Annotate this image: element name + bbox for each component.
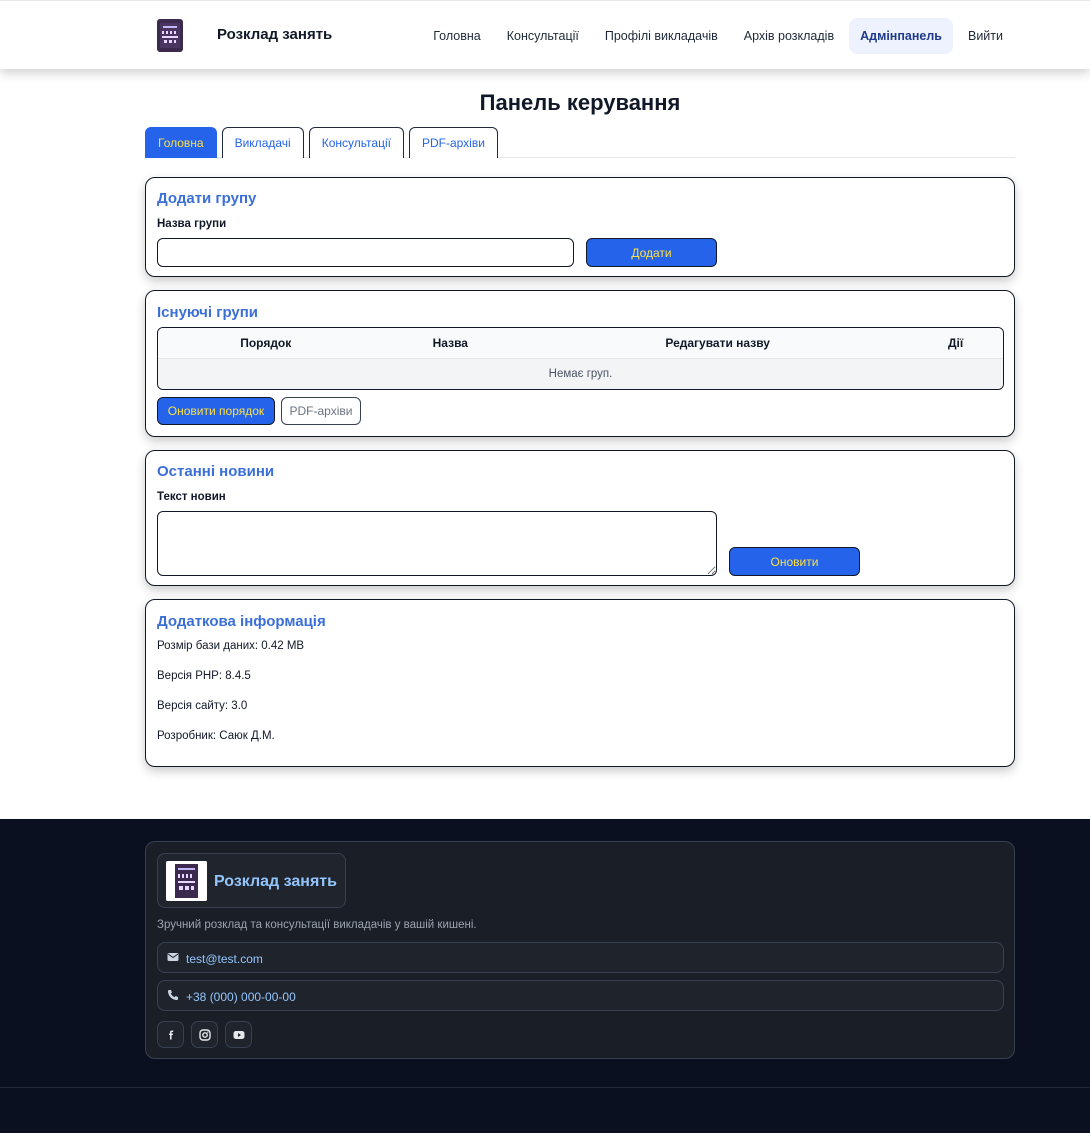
mail-icon: [167, 953, 179, 961]
existing-groups-card: Існуючі групи Порядок Назва Редагувати н…: [145, 290, 1015, 437]
site-footer: Розклад занять Зручний розклад та консул…: [0, 819, 1090, 1133]
latest-news-title: Останні новини: [157, 463, 275, 480]
facebook-link[interactable]: [157, 1021, 184, 1048]
column-order: Порядок: [240, 336, 292, 350]
instagram-link[interactable]: [191, 1021, 218, 1048]
site-version-text: Версія сайту: 3.0: [157, 700, 248, 712]
top-navbar: Розклад занять Головна Консультації Проф…: [0, 0, 1090, 69]
nav-schedule-archive[interactable]: Архів розкладів: [733, 18, 845, 54]
footer-brand-link[interactable]: Розклад занять: [157, 853, 346, 908]
tab-main[interactable]: Головна: [145, 127, 217, 158]
footer-brand: Розклад занять: [214, 873, 337, 890]
groups-empty-row: Немає груп.: [158, 359, 1003, 389]
tab-teachers[interactable]: Викладачі: [221, 127, 304, 158]
footer-card: Розклад занять Зручний розклад та консул…: [145, 841, 1015, 1059]
main-nav: Головна Консультації Профілі викладачів …: [422, 18, 1014, 54]
footer-divider: [0, 1087, 1090, 1088]
youtube-link[interactable]: [225, 1021, 252, 1048]
nav-consultations[interactable]: Консультації: [496, 18, 590, 54]
admin-tabs: Головна Викладачі Консультації PDF-архів…: [145, 127, 1015, 158]
page-title: Панель керування: [479, 90, 681, 115]
update-order-button[interactable]: Оновити порядок: [157, 397, 275, 425]
update-news-button[interactable]: Оновити: [729, 547, 860, 576]
additional-info-card: Додаткова інформація Розмір бази даних: …: [145, 599, 1015, 767]
php-version-text: Версія PHP: 8.4.5: [157, 670, 251, 682]
instagram-icon: [198, 1028, 211, 1041]
email-text: test@test.com: [186, 952, 263, 966]
groups-table: Порядок Назва Редагувати назву Дії Немає…: [157, 327, 1004, 390]
add-group-title: Додати групу: [157, 190, 257, 207]
add-group-button[interactable]: Додати: [586, 238, 717, 267]
news-text-label: Текст новин: [157, 491, 226, 503]
schedule-logo-icon[interactable]: [157, 19, 183, 52]
tab-pdf-archives[interactable]: PDF-архіви: [408, 127, 498, 158]
footer-tagline: Зручний розклад та консультації викладач…: [157, 919, 477, 931]
additional-info-title: Додаткова інформація: [157, 613, 326, 630]
youtube-icon: [233, 1030, 244, 1039]
column-name: Назва: [432, 336, 468, 350]
facebook-icon: [168, 1030, 173, 1039]
add-group-card: Додати групу Назва групи Додати: [145, 177, 1015, 277]
column-actions: Дії: [947, 336, 964, 350]
column-edit-name: Редагувати назву: [665, 336, 770, 350]
developer-text: Розробник: Саюк Д.М.: [157, 730, 275, 742]
nav-teacher-profiles[interactable]: Профілі викладачів: [594, 18, 729, 54]
group-name-input[interactable]: [157, 238, 574, 267]
groups-table-header: Порядок Назва Редагувати назву Дії: [158, 328, 1003, 359]
footer-email[interactable]: test@test.com: [157, 942, 1004, 973]
phone-text: +38 (000) 000-00-00: [186, 990, 296, 1004]
tab-consultations[interactable]: Консультації: [308, 127, 404, 158]
news-textarea[interactable]: [157, 511, 717, 576]
schedule-logo-icon: [166, 861, 207, 901]
pdf-archives-button[interactable]: PDF-архіви: [281, 397, 361, 425]
nav-logout[interactable]: Вийти: [957, 18, 1014, 54]
db-size-text: Розмір бази даних: 0.42 MB: [157, 640, 305, 652]
footer-phone[interactable]: +38 (000) 000-00-00: [157, 980, 1004, 1011]
phone-icon: [168, 990, 178, 1000]
nav-home[interactable]: Головна: [422, 18, 492, 54]
existing-groups-title: Існуючі групи: [157, 304, 259, 321]
latest-news-card: Останні новини Текст новин Оновити: [145, 450, 1015, 586]
group-name-label: Назва групи: [157, 218, 227, 230]
nav-admin-panel[interactable]: Адмінпанель: [849, 18, 953, 54]
site-brand[interactable]: Розклад занять: [217, 26, 332, 43]
